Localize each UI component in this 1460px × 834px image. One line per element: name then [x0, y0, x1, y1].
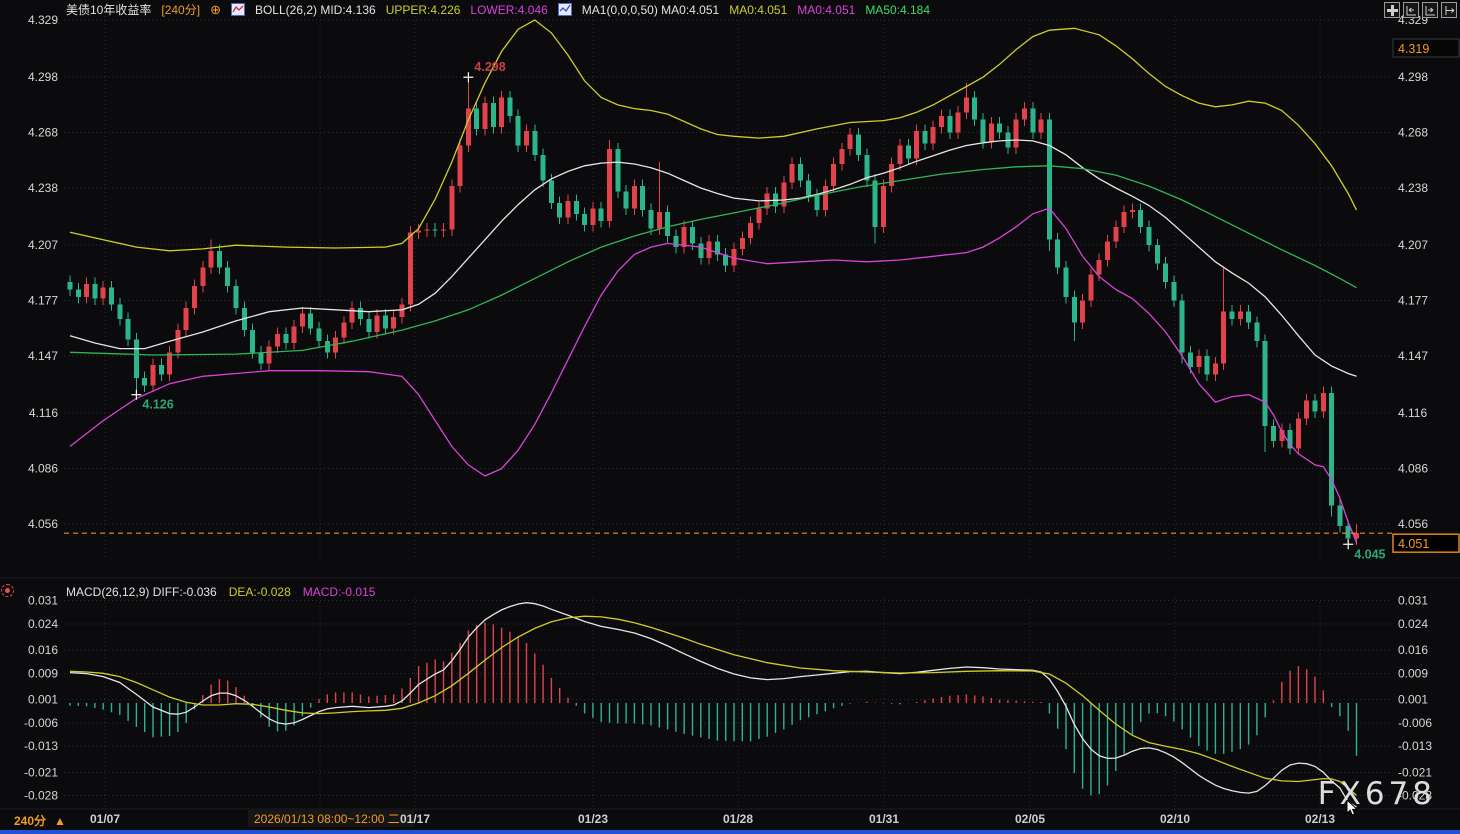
bottom-timeframe[interactable]: 240分 ▲ [14, 812, 66, 829]
svg-text:-0.013: -0.013 [1398, 739, 1432, 753]
svg-text:0.031: 0.031 [28, 594, 58, 608]
svg-text:0.001: 0.001 [1398, 693, 1428, 707]
macd-settings-icon[interactable] [1, 584, 14, 597]
svg-text:01/17: 01/17 [400, 812, 430, 826]
boll-upper-label: UPPER:4.226 [385, 2, 461, 17]
svg-text:0.016: 0.016 [1398, 643, 1428, 657]
svg-text:0.009: 0.009 [28, 666, 58, 680]
up-arrow-icon: ▲ [54, 813, 66, 828]
candlestick-series [67, 77, 1359, 546]
svg-text:4.056: 4.056 [1398, 517, 1428, 531]
svg-text:4.116: 4.116 [1398, 406, 1427, 420]
macd-pane [69, 602, 1358, 808]
svg-text:-0.021: -0.021 [24, 765, 58, 779]
svg-text:0.031: 0.031 [1398, 594, 1428, 608]
svg-text:0.024: 0.024 [1398, 617, 1428, 631]
macd-diff-label: MACD(26,12,9) DIFF:-0.036 [66, 585, 217, 599]
indicator-header: 美债10年收益率 [240分] ⊕ BOLL(26,2) MID:4.136 U… [66, 1, 930, 18]
svg-text:4.268: 4.268 [28, 126, 58, 140]
ma0-magenta-label: MA0:4.051 [797, 2, 856, 17]
svg-text:4.056: 4.056 [28, 517, 58, 531]
instrument-title: 美债10年收益率 [66, 3, 152, 17]
svg-text:2026/01/13 08:00~12:00 二: 2026/01/13 08:00~12:00 二 [254, 812, 400, 826]
bottom-scrollbar[interactable] [0, 830, 1460, 834]
ma-indicator-icon[interactable] [557, 3, 572, 16]
svg-text:02/13: 02/13 [1305, 812, 1335, 826]
svg-text:4.268: 4.268 [1398, 126, 1428, 140]
svg-text:4.116: 4.116 [29, 406, 58, 420]
svg-text:01/23: 01/23 [578, 812, 608, 826]
swing-markers: 4.126 4.298 4.045 [131, 60, 1386, 561]
macd-value-label: MACD:-0.015 [302, 585, 376, 599]
boll-lower-label: LOWER:4.046 [470, 2, 548, 17]
svg-text:02/05: 02/05 [1015, 812, 1045, 826]
svg-text:4.238: 4.238 [1398, 181, 1428, 195]
svg-text:4.319: 4.319 [1398, 42, 1429, 56]
svg-text:4.298: 4.298 [474, 60, 505, 74]
chart-toolbar [1384, 2, 1457, 18]
svg-text:4.177: 4.177 [28, 294, 58, 308]
bottom-timeframe-label: 240分 [14, 814, 47, 828]
svg-text:4.147: 4.147 [28, 349, 58, 363]
svg-text:4.051: 4.051 [1398, 537, 1429, 551]
svg-text:-0.013: -0.013 [24, 739, 58, 753]
svg-text:4.177: 4.177 [1398, 294, 1428, 308]
svg-text:4.238: 4.238 [28, 181, 58, 195]
svg-text:01/31: 01/31 [869, 812, 899, 826]
svg-text:-0.006: -0.006 [24, 716, 58, 730]
svg-text:0.009: 0.009 [1398, 666, 1428, 680]
boll-indicator-icon[interactable] [230, 3, 245, 16]
svg-text:4.298: 4.298 [28, 70, 58, 84]
shift-right-button[interactable] [1441, 2, 1457, 18]
svg-text:-0.028: -0.028 [24, 788, 58, 802]
price-markers: 4.051 4.319 [64, 38, 1460, 553]
svg-text:4.086: 4.086 [28, 462, 58, 476]
add-indicator-icon[interactable]: ⊕ [210, 3, 221, 16]
pan-tool-button[interactable] [1384, 2, 1400, 18]
macd-dea-label: DEA:-0.028 [228, 585, 291, 599]
ma50-label: MA50:4.184 [865, 2, 931, 17]
svg-text:01/28: 01/28 [723, 812, 753, 826]
svg-text:-0.006: -0.006 [1398, 716, 1432, 730]
ma1-label: MA1(0,0,0,50) MA0:4.051 [581, 2, 720, 17]
svg-text:4.298: 4.298 [1398, 70, 1428, 84]
svg-text:0.024: 0.024 [28, 617, 58, 631]
svg-text:4.207: 4.207 [28, 238, 58, 252]
svg-text:4.045: 4.045 [1354, 547, 1385, 561]
svg-text:4.207: 4.207 [1398, 238, 1428, 252]
svg-text:0.001: 0.001 [28, 693, 58, 707]
svg-text:0.016: 0.016 [28, 643, 58, 657]
fx678-watermark: FX678 [1317, 776, 1436, 812]
macd-header: MACD(26,12,9) DIFF:-0.036 DEA:-0.028 MAC… [66, 585, 375, 599]
zoom-in-button[interactable] [1422, 2, 1438, 18]
svg-text:4.126: 4.126 [142, 398, 173, 412]
ma0-yellow-label: MA0:4.051 [729, 2, 788, 17]
timeframe-label[interactable]: [240分] [161, 1, 200, 18]
zoom-out-button[interactable] [1403, 2, 1419, 18]
chart-application: 4.051 4.319 4.126 4.298 4.045 4.329 4.329 4.2… [0, 0, 1460, 834]
svg-text:01/07: 01/07 [90, 812, 120, 826]
mouse-cursor [1346, 800, 1359, 816]
svg-text:4.086: 4.086 [1398, 462, 1428, 476]
svg-text:02/10: 02/10 [1160, 812, 1190, 826]
chart-canvas[interactable]: 4.0514.319 4.1264.2984.045 4.329 4.3294.2… [0, 0, 1460, 834]
svg-text:4.329: 4.329 [28, 13, 58, 27]
boll-label: BOLL(26,2) MID:4.136 [254, 2, 376, 17]
svg-text:4.147: 4.147 [1398, 349, 1428, 363]
